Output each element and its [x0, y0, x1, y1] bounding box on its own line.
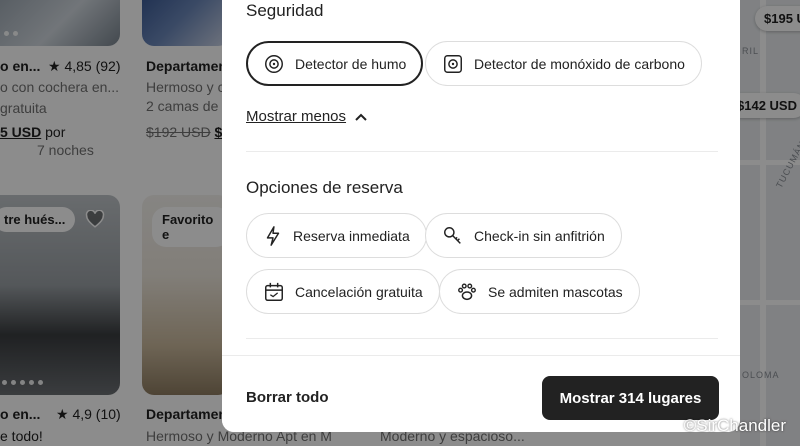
show-results-button[interactable]: Mostrar 314 lugares: [542, 376, 719, 420]
watermark: ©SirChandler: [683, 416, 786, 435]
calendar-icon: [265, 282, 283, 301]
chip-label: Check-in sin anfitrión: [474, 227, 605, 244]
chip-label: Se admiten mascotas: [488, 283, 623, 300]
chip-label: Detector de monóxido de carbono: [474, 55, 685, 72]
paw-icon: [458, 283, 476, 300]
booking-section-title: Opciones de reserva: [246, 178, 403, 197]
instant-book-chip[interactable]: Reserva inmediata: [246, 213, 427, 258]
chip-label: Detector de humo: [295, 55, 407, 72]
chip-label: Reserva inmediata: [293, 227, 410, 244]
co-detector-icon: [444, 54, 462, 73]
show-less-label: Mostrar menos: [246, 108, 347, 125]
section-divider: [246, 338, 718, 339]
pets-allowed-chip[interactable]: Se admiten mascotas: [439, 269, 640, 314]
security-section-title: Seguridad: [246, 1, 324, 20]
free-cancellation-chip[interactable]: Cancelación gratuita: [246, 269, 440, 314]
chip-label: Cancelación gratuita: [295, 283, 423, 300]
smoke-detector-chip[interactable]: Detector de humo: [246, 41, 424, 86]
smoke-detector-icon: [265, 54, 283, 73]
clear-all-button[interactable]: Borrar todo: [246, 389, 329, 406]
filters-modal: Seguridad Detector de humo Detector de m…: [222, 0, 740, 432]
co-detector-chip[interactable]: Detector de monóxido de carbono: [425, 41, 702, 86]
modal-footer: Borrar todo Mostrar 314 lugares: [222, 355, 740, 432]
section-divider: [246, 151, 718, 152]
key-icon: [444, 226, 461, 244]
chevron-up-icon: [355, 113, 367, 121]
lightning-icon: [266, 225, 280, 246]
show-less-button[interactable]: Mostrar menos: [246, 108, 368, 125]
self-checkin-chip[interactable]: Check-in sin anfitrión: [425, 213, 622, 258]
